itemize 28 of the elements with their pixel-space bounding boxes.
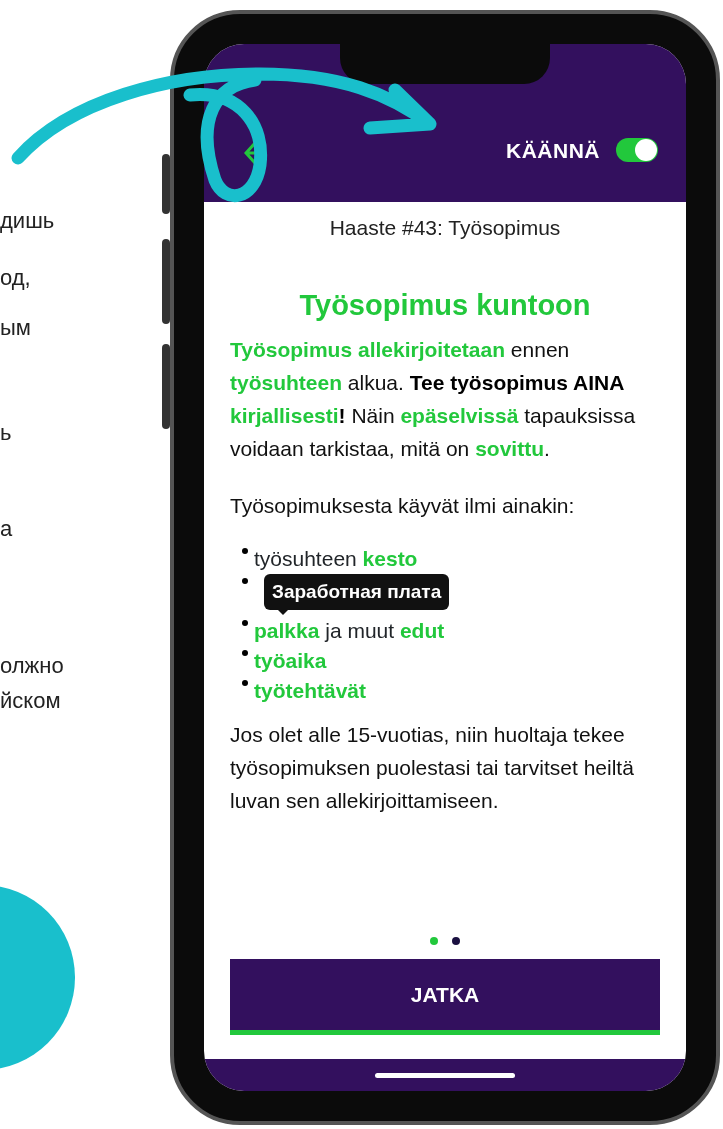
- side-text: а: [0, 515, 13, 543]
- page-dot[interactable]: [452, 937, 460, 945]
- note-paragraph: Jos olet alle 15-vuotias, niin huoltaja tekee työsopimuksen puolestasi tai tarvitset heiltä luvan sen allekirjoittamiseen.: [230, 722, 635, 814]
- list-intro: Työsopimuksesta käyvät ilmi ainakin:: [230, 493, 576, 519]
- side-text: ь: [0, 419, 12, 447]
- side-text: олжно: [0, 652, 64, 680]
- bullet-dot: [242, 548, 248, 554]
- bullet-dot: [242, 650, 248, 656]
- side-text: дишь: [0, 207, 55, 235]
- translate-toggle[interactable]: [616, 138, 658, 162]
- side-text: йском: [0, 687, 61, 715]
- tooltip-pointer: [278, 610, 288, 615]
- page-dot[interactable]: [430, 937, 438, 945]
- list-item-text: työtehtävät: [254, 678, 367, 704]
- translation-tooltip: Заработная плата: [264, 574, 450, 610]
- side-text: ым: [0, 314, 31, 342]
- list-item-text: palkka ja muut edut: [254, 618, 445, 644]
- card-heading: Työsopimus kuntoon: [298, 287, 592, 323]
- challenge-title: Haaste #43: Työsopimus: [328, 215, 562, 241]
- bullet-dot: [242, 578, 248, 584]
- translate-label: KÄÄNNÄ: [506, 137, 600, 164]
- list-item-text: työaika: [254, 648, 327, 674]
- intro-paragraph: Työsopimus allekirjoitetaan ennen työsuhteen alkua. Tee työsopimus AINA kirjallisesti! Näin epäselvissä tapauksissa voidaan tarkistaa, mitä on sovittu.: [230, 337, 637, 462]
- continue-button[interactable]: JATKA: [230, 959, 660, 1035]
- bullet-dot: [242, 680, 248, 686]
- list-item-text: työsuhteen kesto: [254, 546, 418, 572]
- bullet-dot: [242, 620, 248, 626]
- side-text: од,: [0, 264, 31, 292]
